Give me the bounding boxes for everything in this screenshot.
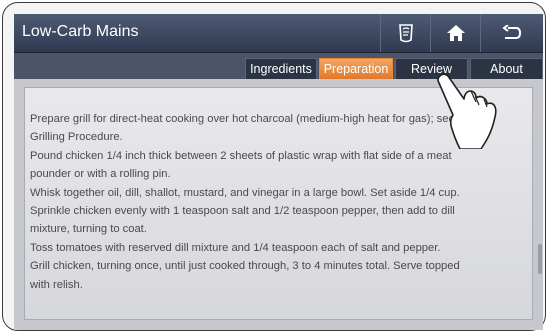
screen: Low-Carb Mains Ingredients Preparation R… — [14, 14, 543, 330]
preparation-line: Sprinkle chicken evenly with 1 teaspoon … — [30, 205, 455, 218]
recipe-card-icon — [398, 24, 413, 43]
tab-preparation[interactable]: Preparation — [319, 58, 393, 79]
tab-ingredients[interactable]: Ingredients — [245, 58, 317, 79]
tab-label: Preparation — [323, 62, 389, 76]
scroll-indicator[interactable] — [538, 244, 542, 274]
pointing-hand-icon — [437, 73, 497, 149]
page-title: Low-Carb Mains — [22, 23, 139, 40]
preparation-line: pounder or with a rolling pin. — [30, 168, 171, 181]
home-icon — [446, 25, 465, 41]
home-button[interactable] — [430, 14, 480, 52]
preparation-line: Toss tomatoes with reserved dill mixture… — [30, 241, 441, 254]
preparation-line: Grill chicken, turning once, until just … — [30, 260, 460, 273]
back-button[interactable] — [480, 14, 543, 52]
tab-label: Ingredients — [250, 62, 312, 76]
title-bar: Low-Carb Mains — [14, 14, 543, 53]
back-arrow-icon — [502, 25, 522, 39]
preparation-line: Whisk together oil, dill, shallot, musta… — [30, 186, 460, 199]
recipe-button[interactable] — [380, 14, 430, 52]
preparation-line: mixture, turning to coat. — [30, 223, 147, 236]
device-frame: Low-Carb Mains Ingredients Preparation R… — [2, 2, 546, 331]
preparation-line: Pound chicken 1/4 inch thick between 2 s… — [30, 149, 452, 162]
preparation-line: with relish. — [30, 278, 83, 291]
